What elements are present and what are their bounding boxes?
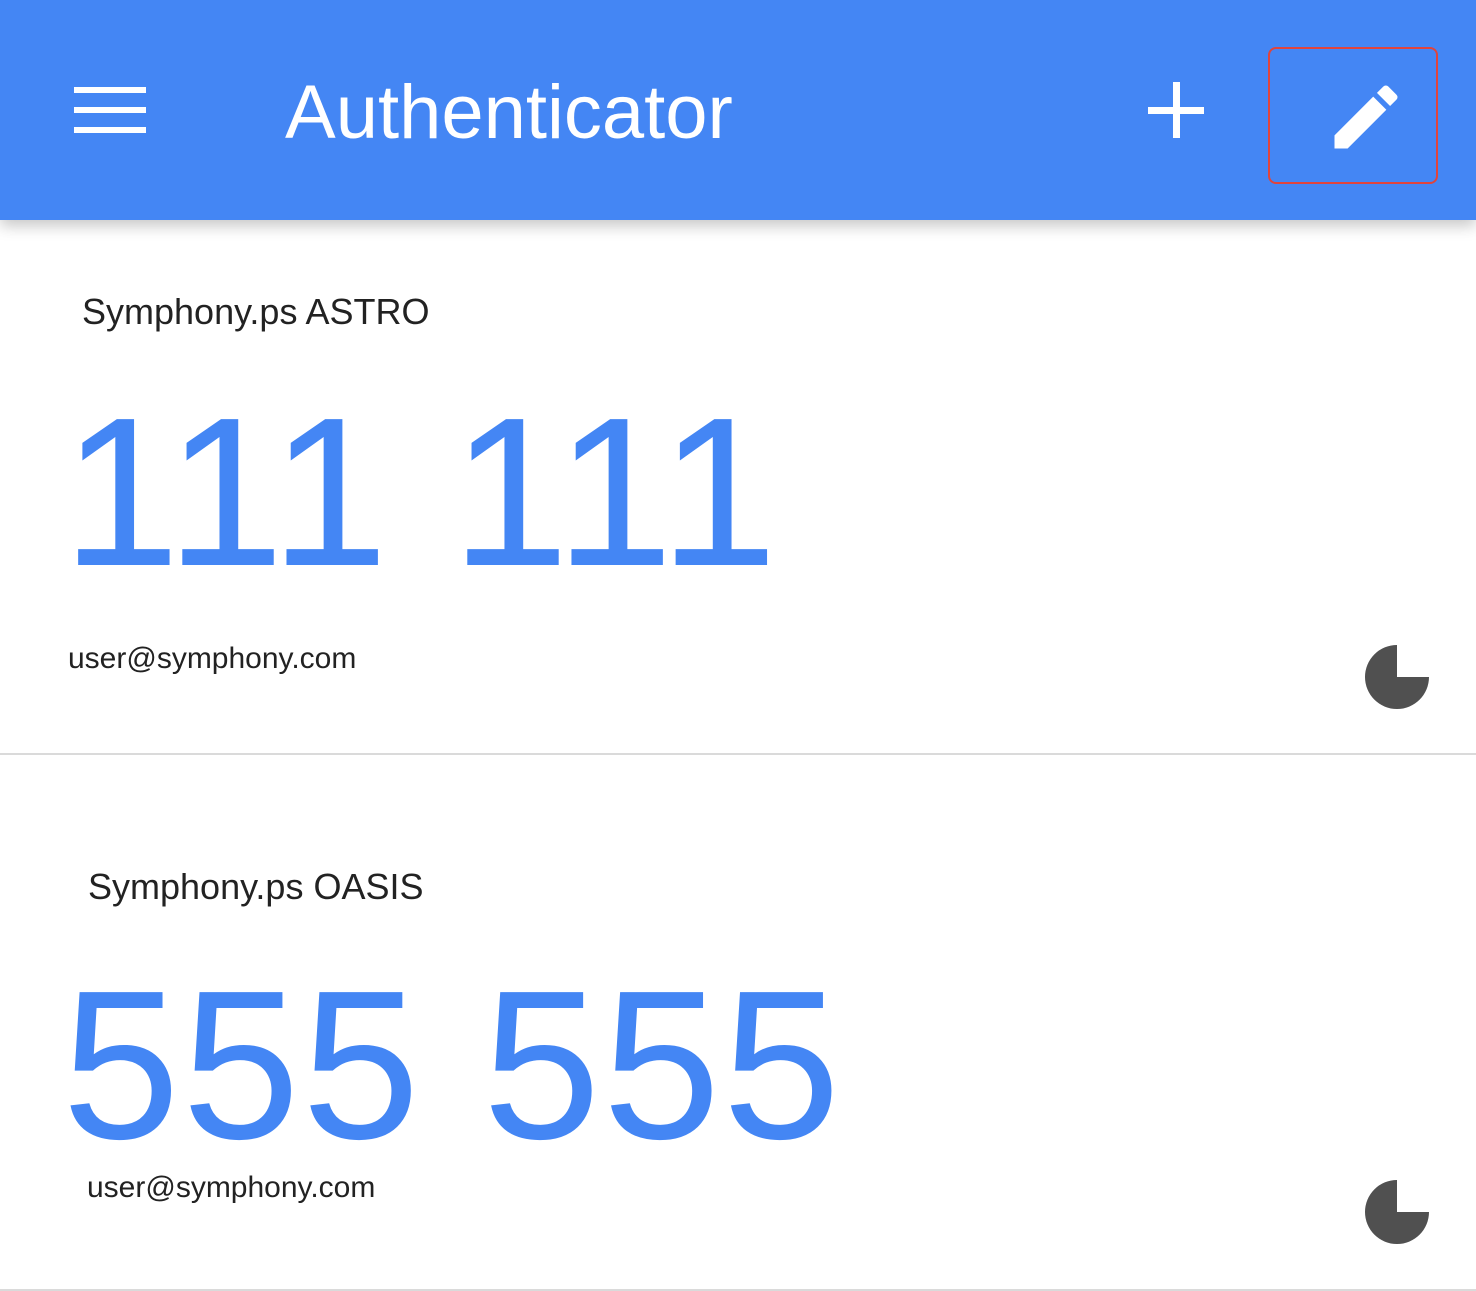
add-icon xyxy=(1148,82,1204,138)
app-bar: Authenticator xyxy=(0,0,1476,220)
account-user: user@symphony.com xyxy=(87,1171,376,1204)
pencil-icon xyxy=(1334,85,1398,149)
countdown-pie-icon xyxy=(1365,645,1429,709)
otp-code[interactable]: 555 555 xyxy=(62,955,842,1175)
account-issuer: Symphony.ps ASTRO xyxy=(82,291,430,332)
account-item[interactable]: Symphony.ps OASIS 555 555 user@symphony.… xyxy=(0,755,1476,1291)
otp-code[interactable]: 111 111 xyxy=(62,382,779,602)
account-list: Symphony.ps ASTRO 111 111 user@symphony.… xyxy=(0,220,1476,1291)
menu-button[interactable] xyxy=(60,70,160,150)
account-user: user@symphony.com xyxy=(68,642,357,675)
add-account-button[interactable] xyxy=(1136,70,1216,150)
account-issuer: Symphony.ps OASIS xyxy=(88,866,424,907)
countdown-pie-icon xyxy=(1365,1180,1429,1244)
account-item[interactable]: Symphony.ps ASTRO 111 111 user@symphony.… xyxy=(0,220,1476,755)
app-title: Authenticator xyxy=(285,70,733,155)
menu-icon xyxy=(74,87,146,133)
edit-button[interactable] xyxy=(1268,47,1438,184)
